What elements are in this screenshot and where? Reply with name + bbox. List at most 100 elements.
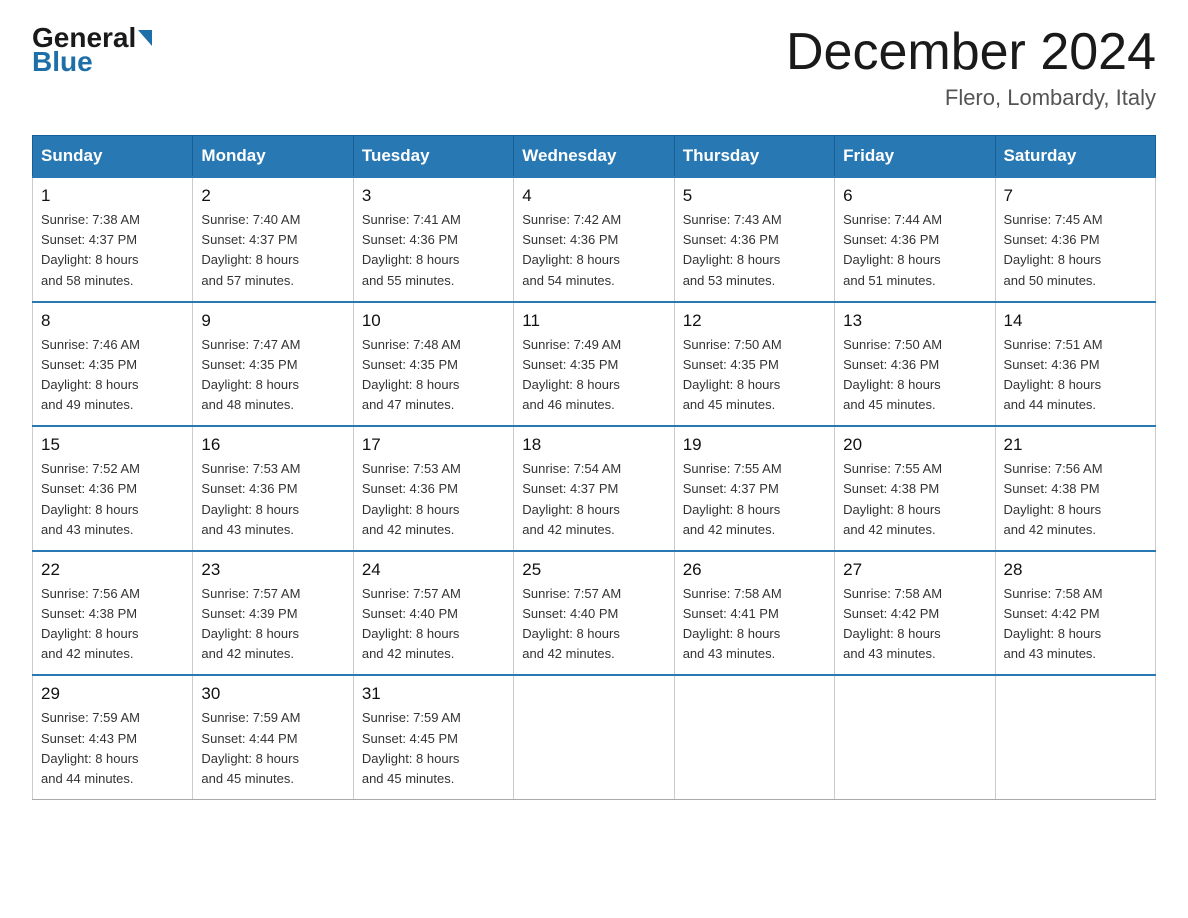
day-number: 1	[41, 186, 184, 206]
calendar-cell: 17 Sunrise: 7:53 AMSunset: 4:36 PMDayligh…	[353, 426, 513, 551]
calendar-cell: 8 Sunrise: 7:46 AMSunset: 4:35 PMDaylight…	[33, 302, 193, 427]
calendar-cell: 5 Sunrise: 7:43 AMSunset: 4:36 PMDaylight…	[674, 177, 834, 302]
calendar-header-row: SundayMondayTuesdayWednesdayThursdayFrid…	[33, 136, 1156, 178]
day-number: 7	[1004, 186, 1147, 206]
day-number: 28	[1004, 560, 1147, 580]
calendar-cell: 16 Sunrise: 7:53 AMSunset: 4:36 PMDayligh…	[193, 426, 353, 551]
calendar-cell: 29Sunrise: 7:59 AMSunset: 4:43 PMDayligh…	[33, 675, 193, 799]
day-number: 21	[1004, 435, 1147, 455]
calendar-cell: 28 Sunrise: 7:58 AMSunset: 4:42 PMDayligh…	[995, 551, 1155, 676]
col-header-saturday: Saturday	[995, 136, 1155, 178]
day-number: 17	[362, 435, 505, 455]
logo: General Blue	[32, 24, 152, 76]
day-number: 29	[41, 684, 184, 704]
day-number: 15	[41, 435, 184, 455]
calendar-cell: 9 Sunrise: 7:47 AMSunset: 4:35 PMDaylight…	[193, 302, 353, 427]
day-info: Sunrise: 7:52 AMSunset: 4:36 PMDaylight:…	[41, 459, 184, 540]
day-number: 2	[201, 186, 344, 206]
day-number: 25	[522, 560, 665, 580]
day-info: Sunrise: 7:57 AMSunset: 4:39 PMDaylight:…	[201, 584, 344, 665]
day-number: 14	[1004, 311, 1147, 331]
day-number: 26	[683, 560, 826, 580]
day-number: 24	[362, 560, 505, 580]
calendar-cell: 21Sunrise: 7:56 AMSunset: 4:38 PMDayligh…	[995, 426, 1155, 551]
col-header-thursday: Thursday	[674, 136, 834, 178]
day-info: Sunrise: 7:45 AMSunset: 4:36 PMDaylight:…	[1004, 210, 1147, 291]
col-header-friday: Friday	[835, 136, 995, 178]
title-block: December 2024 Flero, Lombardy, Italy	[786, 24, 1156, 111]
day-number: 5	[683, 186, 826, 206]
week-row-3: 15 Sunrise: 7:52 AMSunset: 4:36 PMDayligh…	[33, 426, 1156, 551]
day-info: Sunrise: 7:46 AMSunset: 4:35 PMDaylight:…	[41, 335, 184, 416]
calendar-cell: 22 Sunrise: 7:56 AMSunset: 4:38 PMDayligh…	[33, 551, 193, 676]
week-row-2: 8 Sunrise: 7:46 AMSunset: 4:35 PMDaylight…	[33, 302, 1156, 427]
location-subtitle: Flero, Lombardy, Italy	[786, 85, 1156, 111]
calendar-cell: 26 Sunrise: 7:58 AMSunset: 4:41 PMDayligh…	[674, 551, 834, 676]
calendar-cell: 10 Sunrise: 7:48 AMSunset: 4:35 PMDayligh…	[353, 302, 513, 427]
day-number: 22	[41, 560, 184, 580]
col-header-tuesday: Tuesday	[353, 136, 513, 178]
day-info: Sunrise: 7:58 AMSunset: 4:42 PMDaylight:…	[843, 584, 986, 665]
day-number: 6	[843, 186, 986, 206]
calendar-cell: 24Sunrise: 7:57 AMSunset: 4:40 PMDayligh…	[353, 551, 513, 676]
day-info: Sunrise: 7:50 AMSunset: 4:36 PMDaylight:…	[843, 335, 986, 416]
week-row-5: 29Sunrise: 7:59 AMSunset: 4:43 PMDayligh…	[33, 675, 1156, 799]
day-info: Sunrise: 7:40 AMSunset: 4:37 PMDaylight:…	[201, 210, 344, 291]
day-info: Sunrise: 7:55 AMSunset: 4:38 PMDaylight:…	[843, 459, 986, 540]
calendar-cell: 23Sunrise: 7:57 AMSunset: 4:39 PMDayligh…	[193, 551, 353, 676]
logo-blue-text: Blue	[32, 48, 152, 76]
day-number: 9	[201, 311, 344, 331]
day-number: 18	[522, 435, 665, 455]
calendar-cell: 31Sunrise: 7:59 AMSunset: 4:45 PMDayligh…	[353, 675, 513, 799]
calendar-cell: 13 Sunrise: 7:50 AMSunset: 4:36 PMDayligh…	[835, 302, 995, 427]
day-number: 19	[683, 435, 826, 455]
calendar-cell: 19Sunrise: 7:55 AMSunset: 4:37 PMDayligh…	[674, 426, 834, 551]
day-info: Sunrise: 7:38 AMSunset: 4:37 PMDaylight:…	[41, 210, 184, 291]
day-info: Sunrise: 7:43 AMSunset: 4:36 PMDaylight:…	[683, 210, 826, 291]
calendar-cell: 12 Sunrise: 7:50 AMSunset: 4:35 PMDayligh…	[674, 302, 834, 427]
day-number: 10	[362, 311, 505, 331]
col-header-monday: Monday	[193, 136, 353, 178]
day-info: Sunrise: 7:53 AMSunset: 4:36 PMDaylight:…	[201, 459, 344, 540]
day-info: Sunrise: 7:51 AMSunset: 4:36 PMDaylight:…	[1004, 335, 1147, 416]
day-number: 11	[522, 311, 665, 331]
day-number: 13	[843, 311, 986, 331]
calendar-cell: 1 Sunrise: 7:38 AMSunset: 4:37 PMDaylight…	[33, 177, 193, 302]
day-info: Sunrise: 7:57 AMSunset: 4:40 PMDaylight:…	[522, 584, 665, 665]
day-number: 4	[522, 186, 665, 206]
day-info: Sunrise: 7:59 AMSunset: 4:44 PMDaylight:…	[201, 708, 344, 789]
day-info: Sunrise: 7:42 AMSunset: 4:36 PMDaylight:…	[522, 210, 665, 291]
logo-arrow-icon	[138, 30, 152, 46]
day-number: 16	[201, 435, 344, 455]
day-info: Sunrise: 7:50 AMSunset: 4:35 PMDaylight:…	[683, 335, 826, 416]
day-info: Sunrise: 7:53 AMSunset: 4:36 PMDaylight:…	[362, 459, 505, 540]
day-info: Sunrise: 7:44 AMSunset: 4:36 PMDaylight:…	[843, 210, 986, 291]
calendar-cell: 27 Sunrise: 7:58 AMSunset: 4:42 PMDayligh…	[835, 551, 995, 676]
day-number: 27	[843, 560, 986, 580]
day-info: Sunrise: 7:58 AMSunset: 4:41 PMDaylight:…	[683, 584, 826, 665]
page-header: General Blue December 2024 Flero, Lombar…	[32, 24, 1156, 111]
day-number: 12	[683, 311, 826, 331]
calendar-cell: 3Sunrise: 7:41 AMSunset: 4:36 PMDaylight…	[353, 177, 513, 302]
calendar-cell: 6 Sunrise: 7:44 AMSunset: 4:36 PMDaylight…	[835, 177, 995, 302]
day-info: Sunrise: 7:47 AMSunset: 4:35 PMDaylight:…	[201, 335, 344, 416]
day-info: Sunrise: 7:58 AMSunset: 4:42 PMDaylight:…	[1004, 584, 1147, 665]
calendar-cell: 7 Sunrise: 7:45 AMSunset: 4:36 PMDaylight…	[995, 177, 1155, 302]
calendar-cell: 4 Sunrise: 7:42 AMSunset: 4:36 PMDaylight…	[514, 177, 674, 302]
day-info: Sunrise: 7:59 AMSunset: 4:45 PMDaylight:…	[362, 708, 505, 789]
month-title: December 2024	[786, 24, 1156, 81]
day-info: Sunrise: 7:48 AMSunset: 4:35 PMDaylight:…	[362, 335, 505, 416]
calendar-cell: 14 Sunrise: 7:51 AMSunset: 4:36 PMDayligh…	[995, 302, 1155, 427]
calendar-cell	[514, 675, 674, 799]
calendar-cell: 25 Sunrise: 7:57 AMSunset: 4:40 PMDayligh…	[514, 551, 674, 676]
col-header-sunday: Sunday	[33, 136, 193, 178]
week-row-4: 22 Sunrise: 7:56 AMSunset: 4:38 PMDayligh…	[33, 551, 1156, 676]
day-number: 8	[41, 311, 184, 331]
col-header-wednesday: Wednesday	[514, 136, 674, 178]
day-number: 3	[362, 186, 505, 206]
calendar-cell: 30Sunrise: 7:59 AMSunset: 4:44 PMDayligh…	[193, 675, 353, 799]
calendar-cell	[835, 675, 995, 799]
calendar-cell: 18Sunrise: 7:54 AMSunset: 4:37 PMDayligh…	[514, 426, 674, 551]
calendar-cell: 15 Sunrise: 7:52 AMSunset: 4:36 PMDayligh…	[33, 426, 193, 551]
day-info: Sunrise: 7:56 AMSunset: 4:38 PMDaylight:…	[41, 584, 184, 665]
